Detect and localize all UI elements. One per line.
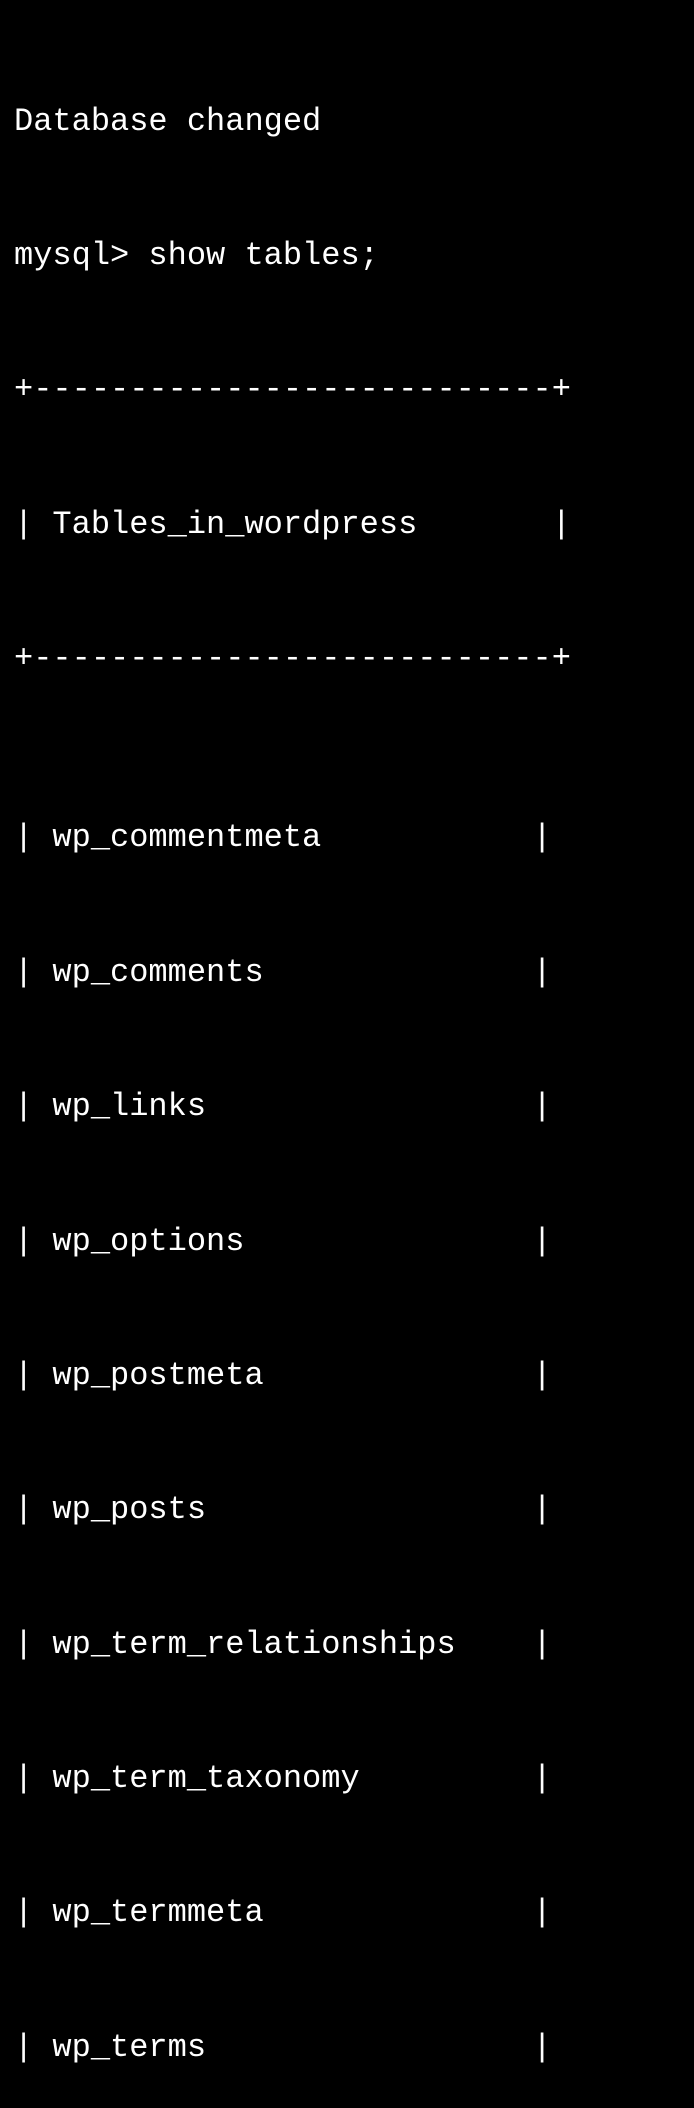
cell-prefix: | — [14, 1491, 52, 1528]
cell-suffix: | — [264, 1894, 552, 1931]
mysql-terminal[interactable]: Database changed mysql> show tables; +--… — [0, 0, 694, 2108]
cell-prefix: | — [14, 2029, 52, 2066]
cell-suffix: | — [321, 819, 551, 856]
cell-suffix: | — [244, 1223, 551, 1260]
table-row: | wp_term_relationships | — [14, 1623, 680, 1668]
table-name: wp_termmeta — [52, 1894, 263, 1931]
cell-prefix: | — [14, 1088, 52, 1125]
cell-prefix: | — [14, 1894, 52, 1931]
table-row: | wp_terms | — [14, 2026, 680, 2071]
cell-suffix: | — [264, 954, 552, 991]
table-name: wp_term_relationships — [52, 1626, 455, 1663]
cell-suffix: | — [206, 2029, 552, 2066]
cell-prefix: | — [14, 1357, 52, 1394]
cell-prefix: | — [14, 1223, 52, 1260]
cell-prefix: | — [14, 1626, 52, 1663]
table-border-mid: +---------------------------+ — [14, 637, 680, 682]
table-name: wp_links — [52, 1088, 206, 1125]
table-row: | wp_postmeta | — [14, 1354, 680, 1399]
table-name: wp_postmeta — [52, 1357, 263, 1394]
status-line: Database changed — [14, 100, 680, 145]
command-line: mysql> show tables; — [14, 234, 680, 279]
table-name: wp_terms — [52, 2029, 206, 2066]
cell-prefix: | — [14, 1760, 52, 1797]
table-name: wp_commentmeta — [52, 819, 321, 856]
table-row: | wp_posts | — [14, 1488, 680, 1533]
cell-suffix: | — [206, 1088, 552, 1125]
table-row: | wp_comments | — [14, 951, 680, 996]
table-row: | wp_links | — [14, 1085, 680, 1130]
cell-suffix: | — [206, 1491, 552, 1528]
table-row: | wp_commentmeta | — [14, 816, 680, 861]
mysql-prompt: mysql> — [14, 237, 129, 274]
table-border-top: +---------------------------+ — [14, 368, 680, 413]
table-header-row: | Tables_in_wordpress | — [14, 503, 680, 548]
cell-suffix: | — [417, 506, 571, 543]
table-row: | wp_options | — [14, 1220, 680, 1265]
sql-command: show tables; — [148, 237, 378, 274]
cell-suffix: | — [456, 1626, 552, 1663]
cell-prefix: | — [14, 506, 52, 543]
cell-prefix: | — [14, 954, 52, 991]
cell-prefix: | — [14, 819, 52, 856]
table-name: wp_posts — [52, 1491, 206, 1528]
table-row: | wp_termmeta | — [14, 1891, 680, 1936]
table-row: | wp_term_taxonomy | — [14, 1757, 680, 1802]
table-name: wp_options — [52, 1223, 244, 1260]
table-name: wp_comments — [52, 954, 263, 991]
cell-suffix: | — [264, 1357, 552, 1394]
table-header-name: Tables_in_wordpress — [52, 506, 417, 543]
table-name: wp_term_taxonomy — [52, 1760, 359, 1797]
cell-suffix: | — [360, 1760, 552, 1797]
